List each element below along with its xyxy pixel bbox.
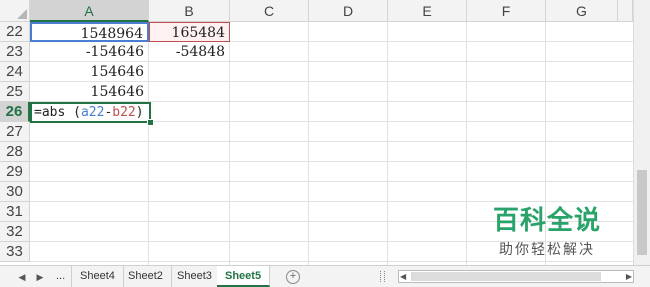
cell-a23[interactable]: -154646 [30,42,149,62]
formula-reference-b22: b22 [112,105,136,120]
cell-a25[interactable]: 154646 [30,82,149,102]
column-header-h[interactable] [618,0,633,22]
column-header-a[interactable]: A [30,0,149,22]
formula-function-text: =abs ( [34,105,81,120]
row-header-29[interactable]: 29 [0,162,30,182]
formula-closing-paren: ) [135,105,144,120]
scroll-left-arrow-icon[interactable]: ◀ [400,271,406,282]
watermark-title: 百科全说 [492,206,601,236]
add-sheet-icon[interactable]: + [286,270,300,284]
row-header-27[interactable]: 27 [0,122,30,142]
cell-b23[interactable]: -54848 [149,42,230,62]
tab-sheet3[interactable]: Sheet3 [169,266,221,287]
tab-sheet4[interactable]: Sheet4 [72,266,124,287]
tab-splitter-handle[interactable] [380,271,385,282]
vertical-scroll-thumb[interactable] [637,170,647,255]
tab-sheet5[interactable]: Sheet5 [217,266,271,287]
vertical-scrollbar[interactable] [633,0,650,265]
horizontal-scroll-thumb[interactable] [411,272,601,281]
scroll-right-arrow-icon[interactable]: ▶ [626,271,632,282]
tab-overflow-ellipsis[interactable]: ... [50,266,73,287]
select-all-corner[interactable] [0,0,30,22]
column-header-d[interactable]: D [309,0,388,22]
row-header-32[interactable]: 32 [0,222,30,242]
row-header-33[interactable]: 33 [0,242,30,262]
column-header-f[interactable]: F [467,0,546,22]
scroll-tabs-left-icon[interactable]: ◀ [14,269,30,285]
row-header-25[interactable]: 25 [0,82,30,102]
column-header-b[interactable]: B [149,0,230,22]
formula-reference-a22: a22 [80,105,105,120]
row-header-22[interactable]: 22 [0,22,30,42]
column-header-g[interactable]: G [546,0,618,22]
column-header-e[interactable]: E [388,0,467,22]
sheet-tab-bar: ◀ ▶ ... Sheet4 Sheet2 Sheet3 Sheet5 + ◀ … [0,265,650,287]
horizontal-scrollbar[interactable]: ◀ ▶ [398,270,634,283]
cell-a24[interactable]: 154646 [30,62,149,82]
scroll-tabs-right-icon[interactable]: ▶ [32,269,48,285]
cell-b22[interactable]: 165484 [149,22,230,42]
watermark-subtitle: 助你轻松解决 [499,242,595,258]
row-header-30[interactable]: 30 [0,182,30,202]
column-header-c[interactable]: C [230,0,309,22]
row-header-24[interactable]: 24 [0,62,30,82]
spreadsheet-grid: A B C D E F G 22 23 24 25 26 27 28 29 30… [0,0,650,265]
fill-handle[interactable] [147,119,154,126]
row-header-28[interactable]: 28 [0,142,30,162]
row-header-31[interactable]: 31 [0,202,30,222]
watermark-logo: 百科全说 助你轻松解决 [482,200,612,259]
cell-a26-formula-editor[interactable]: =abs (a22-b22) [30,102,151,123]
row-header-26[interactable]: 26 [0,102,30,122]
row-header-23[interactable]: 23 [0,42,30,62]
tab-sheet2[interactable]: Sheet2 [120,266,172,287]
cell-a22[interactable]: 1548964 [30,22,149,42]
